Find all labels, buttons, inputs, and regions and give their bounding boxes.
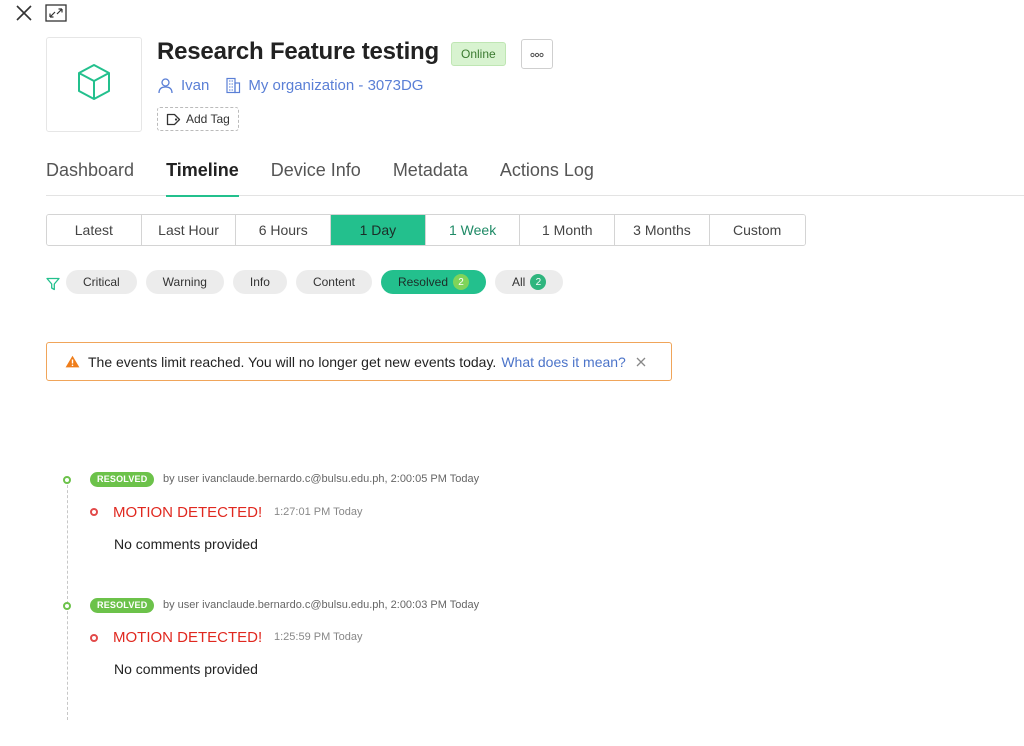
device-title: Research Feature testing (157, 38, 439, 65)
event-title[interactable]: MOTION DETECTED! (113, 629, 262, 646)
timeline-dot (63, 476, 71, 484)
event-time: 1:27:01 PM Today (274, 506, 363, 518)
filter-label: Resolved (397, 275, 448, 289)
range-custom[interactable]: Custom (709, 215, 805, 245)
resolved-by: by user ivanclaude.bernardo.c@bulsu.edu.… (163, 473, 480, 485)
tab-dashboard[interactable]: Dashboard (46, 160, 134, 196)
organization-link[interactable]: My organization - 3073DG (225, 77, 423, 94)
range-last-hour[interactable]: Last Hour (141, 215, 237, 245)
device-meta: Ivan My organization - 3073DG (157, 77, 423, 94)
event-time: 1:25:59 PM Today (274, 631, 363, 643)
event-dot (90, 508, 98, 516)
tab-device-info[interactable]: Device Info (271, 160, 361, 196)
resolved-by: by user ivanclaude.bernardo.c@bulsu.edu.… (163, 599, 480, 611)
filter-info[interactable]: Info (232, 270, 287, 294)
events-limit-alert: The events limit reached. You will no lo… (46, 342, 672, 381)
filter-label: Info (249, 275, 270, 289)
add-tag-button[interactable]: Add Tag (157, 107, 239, 131)
filter-resolved[interactable]: Resolved 2 (380, 270, 486, 294)
event-title[interactable]: MOTION DETECTED! (113, 504, 262, 521)
owner-name: Ivan (181, 77, 210, 94)
add-tag-label: Add Tag (186, 112, 230, 126)
event-comment: No comments provided (114, 661, 258, 677)
event-dot (90, 634, 98, 642)
filter-label: Critical (83, 275, 120, 289)
alert-help-link[interactable]: What does it mean? (501, 354, 626, 370)
range-1-month[interactable]: 1 Month (520, 215, 616, 245)
range-latest[interactable]: Latest (47, 215, 142, 245)
close-icon[interactable] (12, 2, 36, 24)
filter-icon (46, 277, 60, 291)
event-filters: Critical Warning Info Content Resolved 2… (46, 270, 572, 294)
alert-message: The events limit reached. You will no lo… (88, 353, 497, 370)
tab-metadata[interactable]: Metadata (393, 160, 468, 196)
event-comment: No comments provided (114, 536, 258, 552)
filter-warning[interactable]: Warning (145, 270, 224, 294)
tag-icon (166, 113, 181, 126)
organization-name: My organization - 3073DG (248, 77, 424, 94)
tab-bar: Dashboard Timeline Device Info Metadata … (46, 160, 1024, 197)
filter-critical[interactable]: Critical (66, 270, 137, 294)
close-icon[interactable] (636, 357, 646, 367)
filter-label: Content (312, 275, 355, 289)
status-badge: Online (451, 42, 506, 66)
filter-count-badge: 2 (453, 274, 469, 290)
user-icon (157, 77, 174, 94)
range-3-months[interactable]: 3 Months (615, 215, 710, 245)
warning-icon (65, 355, 80, 368)
range-6-hours[interactable]: 6 Hours (236, 215, 332, 245)
time-range-selector: Latest Last Hour 6 Hours 1 Day 1 Week 1 … (46, 214, 806, 246)
resolved-badge: RESOLVED (90, 598, 155, 613)
timeline-dot (63, 602, 71, 610)
filter-all[interactable]: All 2 (495, 270, 564, 294)
filter-label: All (512, 275, 526, 289)
range-1-week[interactable]: 1 Week (425, 215, 521, 245)
tab-actions-log[interactable]: Actions Log (500, 160, 594, 196)
timeline-line (67, 480, 68, 720)
tab-timeline[interactable]: Timeline (166, 160, 239, 197)
resolved-badge: RESOLVED (90, 472, 155, 487)
more-dots-icon (530, 45, 544, 63)
owner-link[interactable]: Ivan (157, 77, 209, 94)
cube-icon (76, 63, 112, 106)
filter-label: Warning (162, 275, 207, 289)
expand-icon[interactable] (44, 2, 68, 24)
more-button[interactable] (521, 39, 553, 69)
building-icon (225, 77, 241, 94)
range-1-day[interactable]: 1 Day (331, 215, 426, 245)
filter-count-badge: 2 (530, 274, 547, 290)
filter-content[interactable]: Content (295, 270, 372, 294)
device-image (46, 37, 142, 132)
